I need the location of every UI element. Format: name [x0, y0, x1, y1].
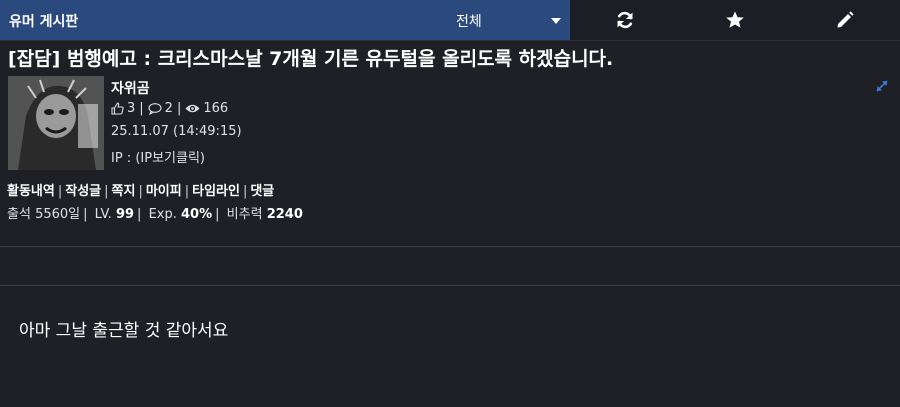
user-menu: 활동내역 | 작성글 | 쪽지 | 마이피 | 타임라인 | 댓글 — [7, 180, 274, 199]
author-name[interactable]: 자위곰 — [111, 78, 150, 98]
menu-separator: | — [184, 184, 190, 199]
post-stats: 3 | 2 | 166 — [111, 101, 228, 116]
exp-value: 40% — [181, 207, 213, 222]
stats-separator: | — [176, 101, 182, 116]
info-separator: | — [215, 207, 220, 222]
thumbs-up-icon — [111, 102, 124, 115]
comment-count: 2 — [164, 101, 173, 116]
view-count: 166 — [203, 101, 229, 116]
star-icon — [726, 11, 744, 28]
attendance-label: 출석 — [7, 207, 31, 222]
write-button[interactable] — [790, 0, 900, 40]
comments-link[interactable]: 댓글 — [250, 184, 274, 199]
favorite-button[interactable] — [680, 0, 790, 40]
menu-separator: | — [57, 184, 63, 199]
info-separator: | — [137, 207, 142, 222]
level-label: LV. — [94, 207, 112, 222]
mypi-link[interactable]: 마이피 — [146, 184, 182, 199]
top-bar: 유머 게시판 전체 — [0, 0, 900, 41]
info-separator: | — [83, 207, 88, 222]
stats-separator: | — [139, 101, 144, 116]
author-avatar[interactable] — [8, 76, 104, 170]
avatar-image — [8, 76, 104, 170]
message-link[interactable]: 쪽지 — [112, 184, 136, 199]
menu-separator: | — [138, 184, 143, 199]
activity-link[interactable]: 활동내역 — [7, 184, 55, 199]
comment-icon — [148, 102, 162, 115]
ip-label: IP : — [111, 151, 136, 166]
board-title[interactable]: 유머 게시판 — [9, 11, 78, 31]
menu-separator: | — [104, 184, 109, 199]
user-info: 출석 5560일 | LV. 99 | Exp. 40% | 비추력 2240 — [7, 203, 303, 222]
expand-icon[interactable] — [874, 78, 890, 94]
recommend-label: 비추력 — [226, 207, 263, 222]
menu-separator: | — [242, 184, 248, 199]
board-header: 유머 게시판 전체 — [0, 0, 570, 40]
post-date: 25.11.07 (14:49:15) — [111, 124, 242, 139]
eye-icon — [185, 103, 200, 114]
pencil-icon — [837, 11, 854, 28]
show-ip-link[interactable]: (IP보기클릭) — [135, 151, 205, 166]
divider — [0, 285, 900, 286]
level-value: 99 — [115, 207, 135, 222]
refresh-icon — [617, 11, 633, 29]
filter-value: 전체 — [456, 14, 482, 30]
category-filter-dropdown[interactable]: 전체 — [450, 0, 570, 40]
refresh-button[interactable] — [570, 0, 680, 40]
ip-line: IP : (IP보기클릭) — [111, 147, 205, 166]
exp-label: Exp. — [148, 207, 177, 222]
timeline-link[interactable]: 타임라인 — [192, 184, 240, 199]
attendance-value: 5560일 — [35, 207, 81, 222]
posts-link[interactable]: 작성글 — [65, 184, 101, 199]
post-title: [잡담] 범행예고 : 크리스마스날 7개월 기른 유두털을 올리도록 하겠습니… — [8, 48, 614, 70]
post-body: 아마 그날 출근할 것 같아서요 — [19, 321, 229, 341]
chevron-down-icon — [551, 18, 561, 24]
like-count: 3 — [127, 101, 136, 116]
recommend-value: 2240 — [266, 207, 303, 222]
divider — [0, 246, 900, 247]
